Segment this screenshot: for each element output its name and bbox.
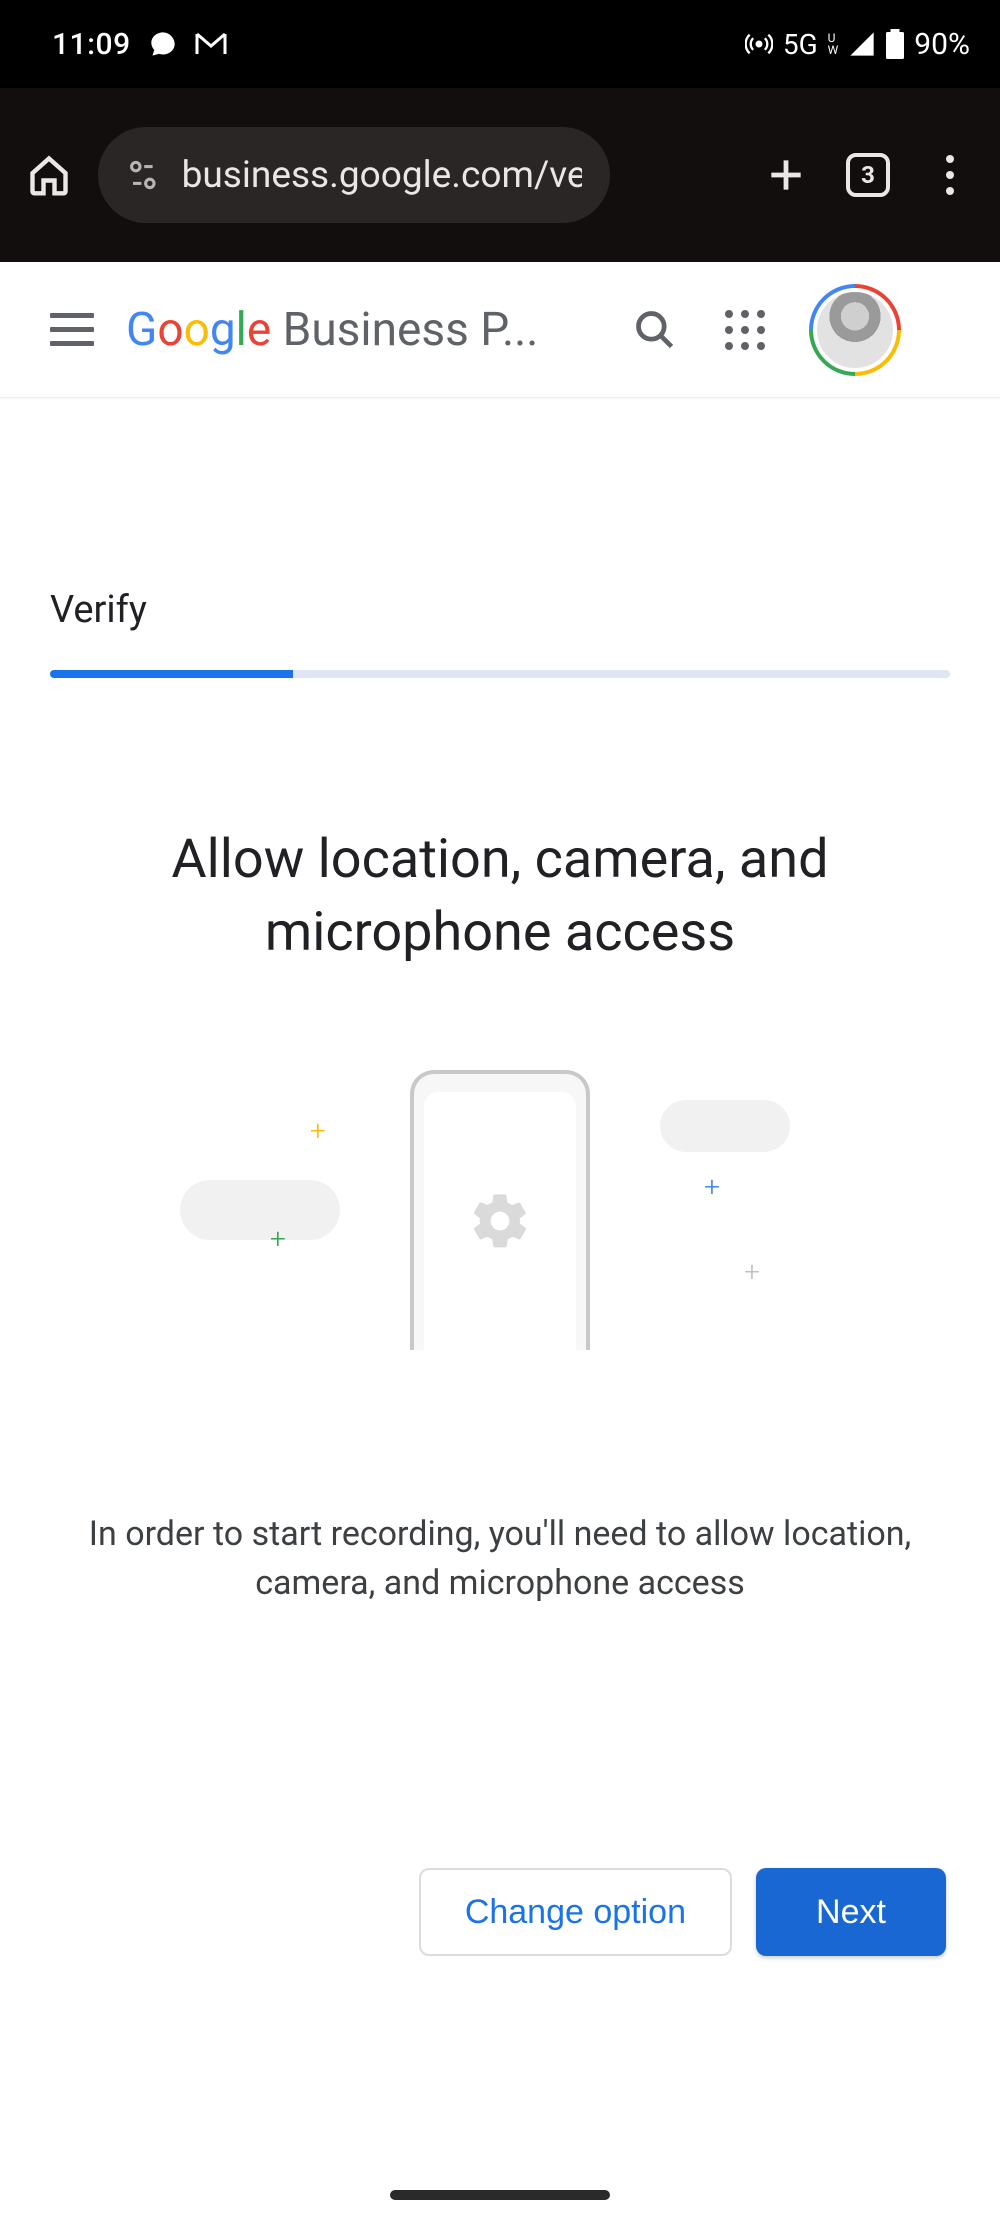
tab-count-box: 3 bbox=[846, 153, 890, 197]
next-button[interactable]: Next bbox=[756, 1868, 946, 1956]
hamburger-menu-button[interactable] bbox=[50, 306, 98, 354]
gmail-m-icon bbox=[195, 32, 227, 56]
phone-outline bbox=[410, 1070, 590, 1350]
battery-percent: 90% bbox=[914, 27, 970, 62]
sparkle-icon: + bbox=[310, 1114, 326, 1147]
chrome-toolbar: business.google.com/ve 3 bbox=[0, 88, 1000, 262]
android-status-bar: 11:09 5G U W 90% bbox=[0, 0, 1000, 88]
permissions-illustration: + + + + bbox=[220, 1070, 780, 1350]
battery-icon bbox=[886, 29, 904, 59]
sparkle-icon: + bbox=[744, 1255, 760, 1288]
action-buttons: Change option Next bbox=[50, 1868, 950, 1956]
progress-bar bbox=[50, 670, 950, 678]
cell-signal-icon bbox=[848, 30, 876, 58]
app-title: Google Business P... bbox=[126, 303, 601, 357]
cloud-shape bbox=[660, 1100, 790, 1152]
android-nav-handle[interactable] bbox=[390, 2190, 610, 2200]
search-icon bbox=[633, 308, 677, 352]
network-type: 5G bbox=[783, 28, 818, 61]
avatar-image bbox=[813, 288, 897, 372]
site-settings-icon bbox=[126, 158, 160, 192]
tab-count: 3 bbox=[861, 161, 875, 189]
new-tab-button[interactable] bbox=[754, 143, 818, 207]
hotspot-icon bbox=[745, 30, 773, 58]
change-option-button[interactable]: Change option bbox=[419, 1868, 732, 1956]
chat-bubble-icon bbox=[149, 30, 177, 58]
page-headline: Allow location, camera, and microphone a… bbox=[120, 824, 880, 970]
body-text: In order to start recording, you'll need… bbox=[70, 1510, 930, 1609]
sparkle-icon: + bbox=[704, 1170, 720, 1203]
url-text: business.google.com/ve bbox=[182, 154, 582, 197]
home-icon bbox=[27, 153, 71, 197]
status-time: 11:09 bbox=[52, 27, 131, 62]
step-title: Verify bbox=[50, 588, 950, 632]
cloud-shape bbox=[180, 1180, 340, 1240]
vertical-dots-icon bbox=[946, 155, 954, 195]
gear-icon bbox=[468, 1189, 532, 1253]
plus-icon bbox=[764, 153, 808, 197]
google-apps-button[interactable] bbox=[723, 308, 767, 352]
status-left: 11:09 bbox=[52, 27, 227, 62]
progress-fill bbox=[50, 670, 293, 678]
account-avatar-button[interactable] bbox=[809, 284, 901, 376]
tab-switcher-button[interactable]: 3 bbox=[836, 143, 900, 207]
sparkle-icon: + bbox=[270, 1222, 286, 1255]
network-sub: U W bbox=[828, 32, 839, 56]
chrome-overflow-menu[interactable] bbox=[918, 143, 982, 207]
url-bar[interactable]: business.google.com/ve bbox=[98, 127, 610, 223]
google-app-header: Google Business P... bbox=[0, 262, 1000, 398]
app-title-suffix: Business P... bbox=[271, 303, 538, 357]
search-button[interactable] bbox=[629, 304, 681, 356]
status-right: 5G U W 90% bbox=[745, 27, 970, 62]
chrome-home-button[interactable] bbox=[18, 144, 80, 206]
